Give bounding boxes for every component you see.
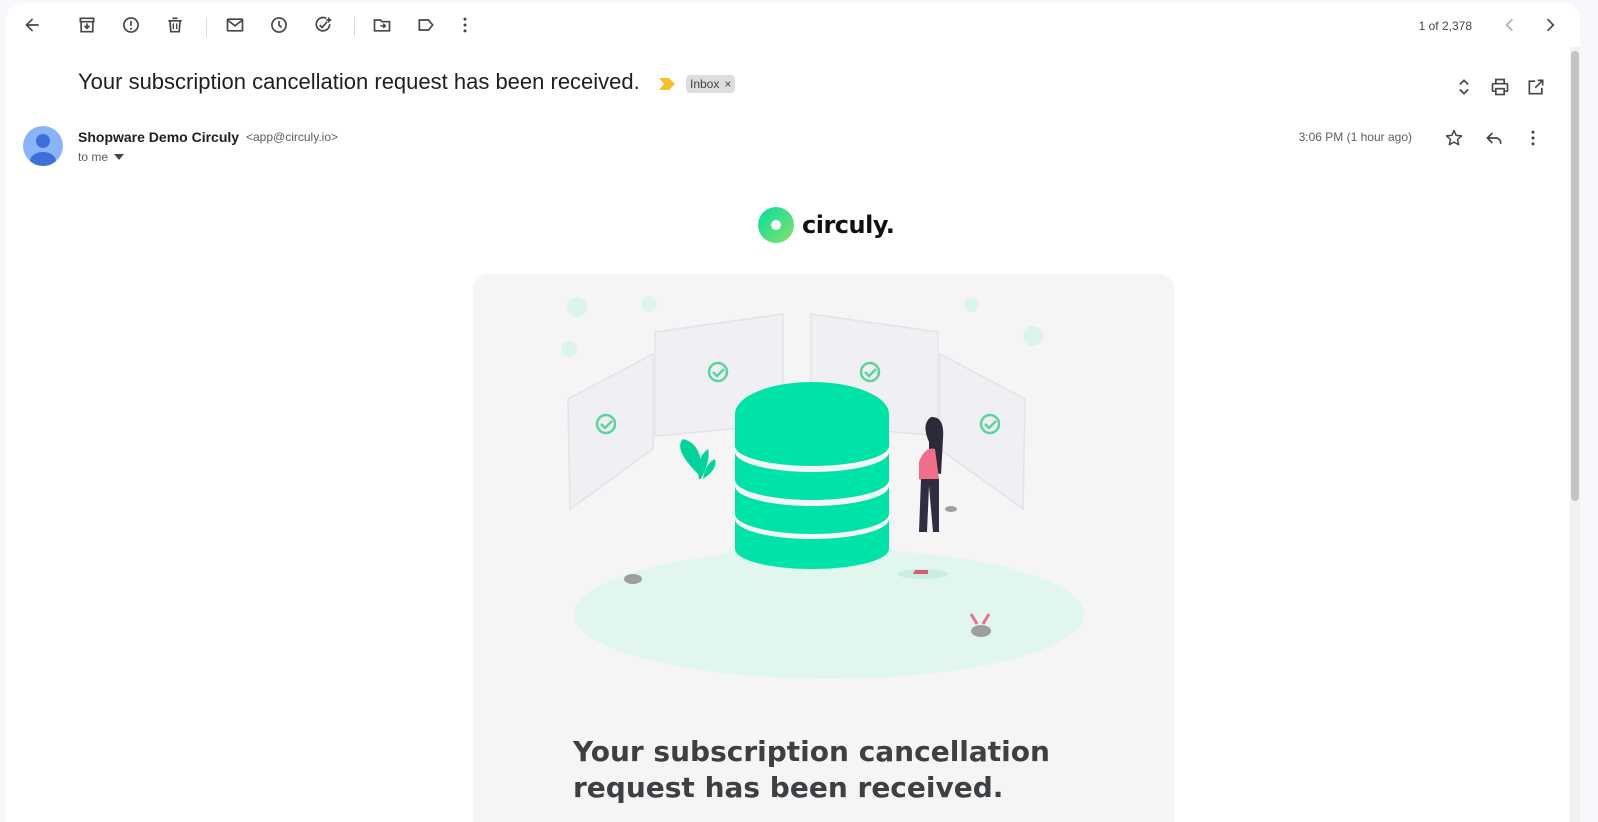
recipient-details-toggle[interactable]: to me: [78, 150, 125, 164]
email-timestamp: 3:06 PM (1 hour ago): [1298, 130, 1412, 144]
sender-name[interactable]: Shopware Demo Circuly: [78, 129, 239, 145]
mark-unread-icon: [226, 18, 244, 32]
email-toolbar: 1 of 2,378: [6, 3, 1580, 51]
email-headline: Your subscription cancellation request h…: [573, 735, 1050, 804]
toolbar-divider: [354, 17, 355, 37]
print-button[interactable]: [1482, 69, 1518, 105]
sender-email: <app@circuly.io>: [246, 130, 339, 144]
reply-button[interactable]: [1476, 120, 1512, 156]
scroll-thumb[interactable]: [1571, 51, 1579, 501]
circuly-logo: circuly.: [758, 207, 895, 243]
circuly-logo-text: circuly.: [802, 211, 895, 239]
email-view: 1 of 2,378 Your subscription cancellatio…: [6, 3, 1580, 822]
expand-all-button[interactable]: [1446, 69, 1482, 105]
label-icon: [418, 19, 434, 31]
message-more-button[interactable]: [1515, 120, 1551, 156]
reply-icon: [1486, 132, 1502, 144]
add-task-button[interactable]: [305, 7, 341, 43]
open-new-window-button[interactable]: [1518, 69, 1554, 105]
move-to-button[interactable]: [364, 7, 400, 43]
report-spam-icon: [123, 17, 139, 33]
email-subject: Your subscription cancellation request h…: [78, 69, 640, 94]
archive-button[interactable]: [69, 7, 105, 43]
snooze-button[interactable]: [261, 7, 297, 43]
importance-marker-icon[interactable]: [658, 77, 676, 91]
star-icon: [1445, 129, 1463, 146]
star-button[interactable]: [1436, 120, 1472, 156]
person-icon: [30, 134, 56, 166]
database-illustration: [561, 296, 1084, 679]
pager-count: 1 of 2,378: [1418, 19, 1472, 33]
circuly-logo-mark: [758, 207, 794, 243]
email-content-card: Your subscription cancellation request h…: [473, 274, 1174, 822]
older-button[interactable]: [1532, 7, 1568, 43]
content-scrollbar[interactable]: [1570, 47, 1580, 822]
open-in-new-icon: [1528, 79, 1544, 95]
chevron-left-icon: [1505, 18, 1514, 32]
archive-icon: [79, 17, 95, 33]
delete-icon: [168, 17, 182, 33]
print-icon: [1491, 78, 1509, 96]
add-task-icon: [315, 16, 332, 32]
move-to-icon: [373, 19, 391, 32]
delete-button[interactable]: [157, 7, 193, 43]
back-arrow-icon: [25, 18, 39, 32]
mark-unread-button[interactable]: [217, 7, 253, 43]
remove-label-button[interactable]: ×: [724, 77, 731, 91]
chevron-right-icon: [1546, 18, 1555, 32]
back-button[interactable]: [14, 7, 50, 43]
label-button[interactable]: [408, 7, 444, 43]
recipient-label: to me: [78, 150, 109, 164]
newer-button[interactable]: [1492, 7, 1528, 43]
snooze-icon: [271, 17, 287, 33]
inbox-label-chip: Inbox ×: [686, 75, 736, 93]
more-options-button[interactable]: [447, 7, 483, 43]
caret-down-icon: [114, 154, 125, 160]
inbox-label-text: Inbox: [690, 77, 720, 91]
toolbar-divider: [206, 17, 207, 37]
more-vert-icon: [463, 17, 467, 33]
more-vert-icon: [1531, 130, 1535, 146]
unfold-icon: [1459, 79, 1469, 95]
report-spam-button[interactable]: [113, 7, 149, 43]
sender-avatar[interactable]: [23, 126, 63, 166]
